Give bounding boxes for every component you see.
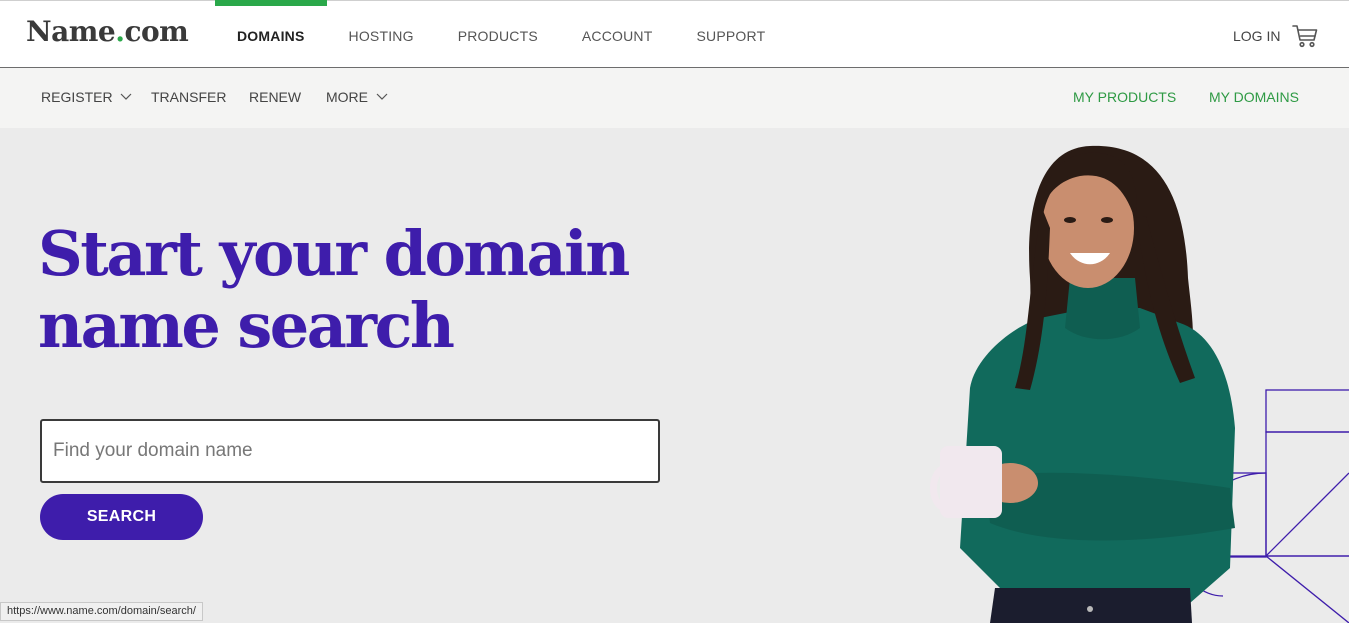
chevron-down-icon xyxy=(376,93,388,100)
subnav-more-label: MORE xyxy=(326,89,368,105)
logo-name: Name xyxy=(26,15,116,48)
subnav-transfer[interactable]: TRANSFER xyxy=(151,68,226,126)
login-link[interactable]: LOG IN xyxy=(1233,1,1280,71)
nav-hosting[interactable]: HOSTING xyxy=(327,1,436,69)
search-button[interactable]: SEARCH xyxy=(40,494,203,540)
cart-icon[interactable] xyxy=(1292,23,1318,49)
hero-person-image xyxy=(930,145,1349,623)
nav-domains[interactable]: DOMAINS xyxy=(215,0,327,69)
hero-headline-line1: Start your domain xyxy=(38,217,630,290)
subnav-more[interactable]: MORE xyxy=(326,68,388,126)
name-com-logo[interactable]: Name.com xyxy=(26,15,189,48)
subnav-my-domains[interactable]: MY DOMAINS xyxy=(1209,68,1299,126)
main-nav: DOMAINS HOSTING PRODUCTS ACCOUNT SUPPORT xyxy=(215,0,788,69)
nav-products[interactable]: PRODUCTS xyxy=(436,1,560,69)
hero-headline: Start your domain name search xyxy=(38,218,678,362)
subnav-renew[interactable]: RENEW xyxy=(249,68,301,126)
hero-headline-line2: name search xyxy=(38,289,455,362)
chevron-down-icon xyxy=(121,93,132,100)
nav-account[interactable]: ACCOUNT xyxy=(560,1,675,69)
top-header: Name.com DOMAINS HOSTING PRODUCTS ACCOUN… xyxy=(0,0,1349,68)
logo-tld: com xyxy=(124,15,189,48)
subnav-register[interactable]: REGISTER xyxy=(41,68,132,126)
nav-support[interactable]: SUPPORT xyxy=(675,1,788,69)
sub-nav: REGISTER TRANSFER RENEW MORE MY PRODUCTS… xyxy=(0,68,1349,128)
subnav-register-label: REGISTER xyxy=(41,89,113,105)
domain-search-input[interactable] xyxy=(40,419,660,483)
subnav-my-products[interactable]: MY PRODUCTS xyxy=(1073,68,1176,126)
hero-section: Start your domain name search SEARCH xyxy=(0,128,1349,623)
browser-status-url: https://www.name.com/domain/search/ xyxy=(0,602,203,621)
